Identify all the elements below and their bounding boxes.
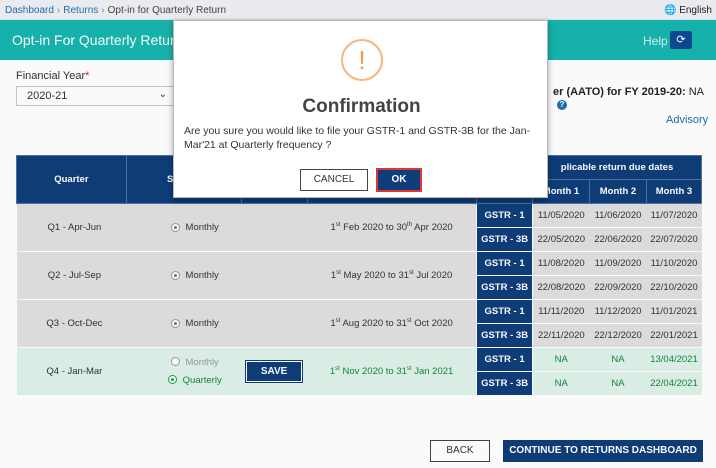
ok-button[interactable]: OK [376,168,422,192]
dialog-title: Confirmation [302,96,421,117]
confirmation-dialog: ! Confirmation Are you sure you would li… [173,20,548,198]
warning-icon: ! [341,39,383,81]
cancel-button[interactable]: CANCEL [300,169,368,191]
dialog-message: Are you sure you would like to file your… [184,125,531,151]
